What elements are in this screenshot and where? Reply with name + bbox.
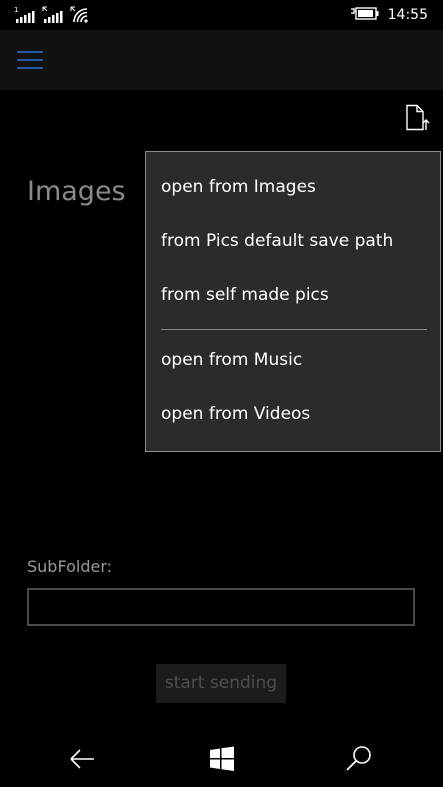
- signal-strength-icon: [42, 6, 64, 24]
- navigation-bar: [0, 730, 443, 787]
- clock: 14:55: [387, 7, 428, 23]
- signal-strength-icon: 1: [14, 6, 36, 24]
- battery-charging-icon: [350, 6, 380, 26]
- menu-item-open-from-videos[interactable]: open from Videos: [161, 404, 310, 424]
- menu-item-open-from-music[interactable]: open from Music: [161, 350, 302, 370]
- menu-item-self-made-pics[interactable]: from self made pics: [161, 285, 329, 305]
- search-icon[interactable]: [344, 744, 374, 774]
- menu-separator: [161, 329, 427, 330]
- open-from-flyout-menu: open from Images from Pics default save …: [145, 151, 441, 452]
- app-bar: [0, 30, 443, 90]
- back-arrow-icon[interactable]: [68, 744, 98, 774]
- subfolder-label: SubFolder:: [27, 557, 113, 576]
- svg-text:1: 1: [14, 6, 18, 14]
- menu-item-pics-default-save-path[interactable]: from Pics default save path: [161, 231, 393, 251]
- subfolder-input[interactable]: [27, 588, 415, 626]
- hamburger-menu-icon[interactable]: [17, 51, 43, 69]
- page-title: Images: [27, 176, 126, 207]
- status-bar: 1 14:55: [0, 0, 443, 30]
- menu-item-open-from-images[interactable]: open from Images: [161, 177, 316, 197]
- document-upload-icon[interactable]: [404, 104, 430, 132]
- start-sending-button[interactable]: start sending: [156, 664, 286, 703]
- windows-start-icon[interactable]: [207, 744, 237, 774]
- wifi-icon: [70, 6, 90, 24]
- screen: 1 14:55 Images open from Images from Pic…: [0, 0, 443, 787]
